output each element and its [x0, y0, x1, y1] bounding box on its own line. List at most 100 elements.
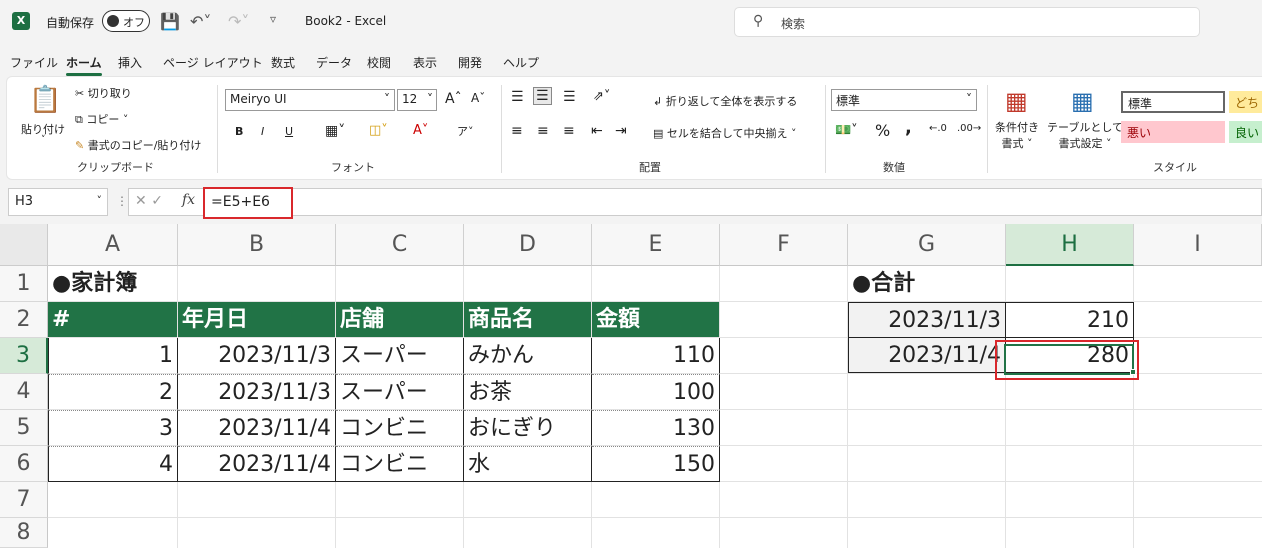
cut-button[interactable]: ✂ 切り取り: [75, 85, 132, 101]
phonetic-icon[interactable]: ア˅: [457, 123, 474, 139]
percent-button[interactable]: %: [875, 121, 890, 140]
tab-home[interactable]: ホーム: [66, 54, 102, 76]
redo-icon[interactable]: ↷˅: [228, 12, 249, 31]
table-header-cell[interactable]: 年月日: [178, 302, 336, 338]
font-color-icon[interactable]: A˅: [413, 123, 428, 138]
fill-color-icon[interactable]: ◫˅: [369, 123, 388, 138]
style-good[interactable]: 良い: [1229, 121, 1262, 143]
tab-file[interactable]: ファイル: [10, 54, 58, 71]
comma-button[interactable]: ,: [905, 117, 912, 138]
col-header-g[interactable]: G: [848, 224, 1006, 266]
orientation-icon[interactable]: ⇗˅: [593, 89, 610, 104]
customize-qat-icon[interactable]: ▿: [270, 12, 276, 26]
table-cell[interactable]: 2023/11/3: [178, 338, 336, 374]
table-cell[interactable]: 水: [464, 446, 592, 482]
formula-input[interactable]: [204, 188, 1262, 216]
copy-button[interactable]: ⧉ コピー ˅: [75, 111, 128, 127]
row-header-1[interactable]: 1: [0, 266, 48, 302]
autosave-toggle[interactable]: オフ: [102, 10, 150, 32]
tab-developer[interactable]: 開発: [458, 54, 482, 71]
wrap-text-button[interactable]: ↲ 折り返して全体を表示する: [653, 93, 797, 109]
table-cell[interactable]: コンビニ: [336, 410, 464, 446]
enter-icon[interactable]: ✓: [151, 193, 163, 209]
col-header-h[interactable]: H: [1006, 224, 1134, 266]
row-header-6[interactable]: 6: [0, 446, 48, 482]
align-middle-icon[interactable]: ☰: [533, 87, 552, 105]
increase-indent-icon[interactable]: ⇥: [615, 123, 627, 139]
conditional-format-button[interactable]: 条件付き 書式 ˅: [995, 119, 1039, 151]
cell-a1-title[interactable]: ●家計簿: [48, 266, 248, 302]
row-header-8[interactable]: 8: [0, 518, 48, 548]
align-right-icon[interactable]: ≡: [563, 123, 575, 139]
col-header-b[interactable]: B: [178, 224, 336, 266]
table-cell[interactable]: 4: [48, 446, 178, 482]
currency-icon[interactable]: 💵˅: [835, 123, 858, 138]
table-cell[interactable]: 1: [48, 338, 178, 374]
worksheet-grid[interactable]: A B C D E F G H I 1 2 3 4 5 6 7 8 ●家計簿 ●…: [0, 224, 1262, 548]
number-format-select[interactable]: 標準 ˅: [831, 89, 977, 111]
tab-help[interactable]: ヘルプ: [503, 54, 539, 71]
format-painter-button[interactable]: ✎ 書式のコピー/貼り付け: [75, 137, 201, 153]
paste-icon[interactable]: 📋: [29, 85, 61, 115]
summary-date-cell[interactable]: 2023/11/4: [848, 337, 1006, 373]
col-header-f[interactable]: F: [720, 224, 848, 266]
formula-text[interactable]: =E5+E6: [203, 187, 293, 219]
table-cell[interactable]: 2023/11/4: [178, 446, 336, 482]
col-header-i[interactable]: I: [1134, 224, 1262, 266]
borders-icon[interactable]: ▦˅: [325, 123, 345, 139]
font-size-select[interactable]: 12 ˅: [397, 89, 437, 111]
italic-button[interactable]: I: [261, 125, 264, 138]
table-header-cell[interactable]: 金額: [592, 302, 720, 338]
table-cell[interactable]: おにぎり: [464, 410, 592, 446]
tab-view[interactable]: 表示: [413, 54, 437, 71]
save-icon[interactable]: 💾: [160, 12, 180, 31]
table-cell[interactable]: 2: [48, 374, 178, 410]
col-header-c[interactable]: C: [336, 224, 464, 266]
row-header-2[interactable]: 2: [0, 302, 48, 338]
summary-date-cell[interactable]: 2023/11/3: [848, 302, 1006, 338]
row-header-3[interactable]: 3: [0, 338, 48, 374]
table-cell[interactable]: 130: [592, 410, 720, 446]
table-header-cell[interactable]: #: [48, 302, 178, 338]
summary-total-cell[interactable]: 210: [1005, 302, 1134, 338]
table-cell[interactable]: スーパー: [336, 338, 464, 374]
format-as-table-button[interactable]: テーブルとして 書式設定 ˅: [1047, 119, 1123, 151]
merge-center-button[interactable]: ▤ セルを結合して中央揃え ˅: [653, 125, 797, 141]
table-header-cell[interactable]: 店舗: [336, 302, 464, 338]
tab-data[interactable]: データ: [316, 54, 352, 71]
align-left-icon[interactable]: ≡: [511, 123, 523, 139]
table-cell[interactable]: 110: [592, 338, 720, 374]
font-name-select[interactable]: Meiryo UI ˅: [225, 89, 395, 111]
row-header-4[interactable]: 4: [0, 374, 48, 410]
tab-review[interactable]: 校閲: [367, 54, 391, 71]
name-box[interactable]: H3 ˅: [8, 188, 108, 216]
table-cell[interactable]: 100: [592, 374, 720, 410]
underline-button[interactable]: U: [285, 125, 293, 138]
table-cell[interactable]: 2023/11/3: [178, 374, 336, 410]
table-cell[interactable]: 2023/11/4: [178, 410, 336, 446]
table-cell[interactable]: スーパー: [336, 374, 464, 410]
table-cell[interactable]: お茶: [464, 374, 592, 410]
col-header-d[interactable]: D: [464, 224, 592, 266]
paste-dropdown-icon[interactable]: ˅: [41, 135, 46, 145]
increase-decimal-icon[interactable]: ←.0: [929, 123, 947, 134]
decrease-font-icon[interactable]: Aˇ: [471, 91, 485, 105]
decrease-indent-icon[interactable]: ⇤: [591, 123, 603, 139]
increase-font-icon[interactable]: Aˆ: [445, 91, 462, 107]
cell-g1-title[interactable]: ●合計: [848, 266, 1004, 302]
table-cell[interactable]: 3: [48, 410, 178, 446]
undo-icon[interactable]: ↶˅: [190, 12, 211, 31]
table-cell[interactable]: 150: [592, 446, 720, 482]
search-box[interactable]: ⚲ 検索: [734, 7, 1200, 37]
align-top-icon[interactable]: ☰: [511, 89, 524, 105]
tab-formulas[interactable]: 数式: [271, 54, 295, 71]
table-header-cell[interactable]: 商品名: [464, 302, 592, 338]
cancel-icon[interactable]: ✕: [135, 193, 147, 209]
insert-function-icon[interactable]: fx: [182, 192, 195, 208]
decrease-decimal-icon[interactable]: .00→: [957, 123, 981, 134]
row-header-5[interactable]: 5: [0, 410, 48, 446]
row-header-7[interactable]: 7: [0, 482, 48, 518]
tab-insert[interactable]: 挿入: [118, 54, 142, 71]
select-all-corner[interactable]: [0, 224, 48, 266]
table-cell[interactable]: みかん: [464, 338, 592, 374]
